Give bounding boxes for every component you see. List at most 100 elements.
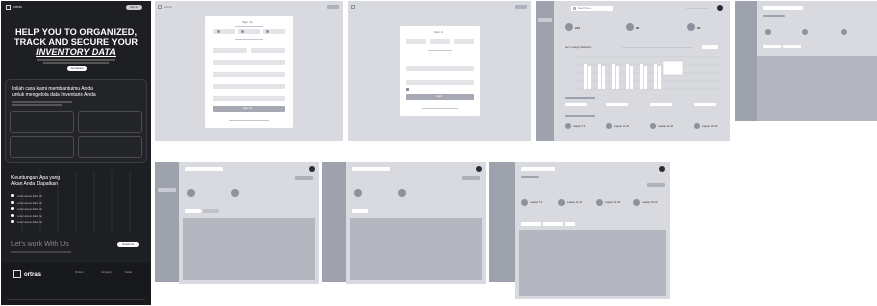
device-icon — [596, 199, 603, 206]
tab[interactable] — [521, 222, 541, 226]
avatar[interactable] — [659, 166, 665, 172]
devices-title — [565, 115, 595, 117]
feature-card — [10, 111, 74, 133]
landing-header: ortras Sign In — [1, 1, 151, 13]
sidebar — [155, 162, 179, 282]
page-title — [763, 15, 785, 17]
cta-section: Let's work With Us Contact Us — [5, 237, 147, 259]
last-name-input[interactable] — [251, 48, 285, 53]
hero-line-2: TRACK AND SECURE YOUR — [13, 37, 139, 47]
tab[interactable] — [763, 45, 781, 48]
brand-name: ortras — [13, 5, 22, 9]
signup-card: Sign Up Sign Up — [205, 16, 293, 128]
tab[interactable] — [352, 209, 368, 213]
signup-link[interactable] — [422, 108, 458, 109]
devices-table — [519, 230, 666, 296]
chart-filter-button[interactable] — [702, 45, 718, 49]
header-button[interactable] — [515, 5, 527, 9]
benefits-list: Lorem ipsum dolor sit Lorem ipsum dolor … — [11, 194, 42, 227]
tab[interactable] — [565, 222, 575, 226]
sidebar-active-item[interactable] — [158, 188, 176, 192]
footer-col: Company — [101, 271, 112, 274]
search-icon — [573, 7, 576, 10]
signin-link[interactable] — [229, 120, 269, 121]
items-table — [757, 56, 877, 121]
remember-checkbox[interactable] — [406, 88, 409, 91]
logo-icon — [158, 5, 162, 9]
history-title — [565, 97, 595, 99]
stat-icon — [765, 29, 771, 35]
signup-title: Sign Up — [242, 20, 253, 24]
device-icon — [558, 199, 565, 206]
google-button[interactable] — [406, 39, 426, 44]
items-screen — [757, 1, 877, 121]
device-icon — [606, 123, 612, 129]
tab[interactable] — [203, 209, 219, 213]
stat-icon — [231, 189, 239, 197]
benefits-title: Keuntungan Apa yang Akan Anda Dapatkan — [11, 175, 61, 187]
password-input[interactable] — [406, 80, 474, 85]
signin-screen: Sign In Login — [348, 1, 531, 141]
confirm-password-input[interactable] — [213, 96, 285, 101]
avatar[interactable] — [309, 166, 315, 172]
sidebar-active-item[interactable] — [538, 18, 552, 22]
search-input[interactable] — [352, 167, 390, 171]
tab[interactable] — [783, 45, 801, 48]
feature-card — [10, 136, 74, 158]
email-input[interactable] — [213, 72, 285, 77]
assets-screen — [179, 162, 319, 284]
device-icon — [565, 123, 571, 129]
stat-icon — [626, 23, 634, 31]
add-button[interactable] — [647, 183, 665, 187]
add-button[interactable] — [295, 176, 313, 180]
footer-col: Social — [125, 271, 132, 274]
stat-icon — [398, 189, 406, 197]
stat-value: 80 — [636, 26, 640, 30]
username-input[interactable] — [406, 66, 474, 71]
apple-button[interactable] — [454, 39, 474, 44]
avatar[interactable] — [717, 5, 723, 11]
sidebar — [536, 1, 554, 141]
tab[interactable] — [185, 209, 201, 213]
password-input[interactable] — [213, 84, 285, 89]
contact-button[interactable]: Contact Us — [117, 242, 139, 247]
usage-chart — [576, 56, 720, 90]
signin-submit-label: Login — [436, 94, 443, 98]
facebook-button[interactable] — [430, 39, 450, 44]
tab[interactable] — [543, 222, 563, 226]
username-input[interactable] — [213, 60, 285, 65]
footer-logo-icon — [13, 270, 21, 278]
search-input[interactable] — [521, 167, 555, 171]
device-icon — [633, 199, 640, 206]
legend — [622, 47, 692, 48]
landing-page: ortras Sign In HELP YOU TO ORGANIZED, TR… — [1, 1, 151, 305]
hero-subtitle — [37, 59, 115, 61]
features-section: Inilah cara kami membantuimu Anda untuk … — [5, 79, 147, 163]
signup-submit-label: Sign Up — [243, 106, 252, 110]
add-button[interactable] — [462, 176, 480, 180]
signin-title: Sign In — [434, 30, 444, 34]
stat-icon — [687, 23, 695, 31]
nav-signin-button[interactable]: Sign In — [126, 5, 142, 10]
first-name-input[interactable] — [213, 48, 247, 53]
benefit-item: Lorem ipsum dolor sit — [11, 220, 42, 227]
feature-card — [78, 111, 142, 133]
device-icon — [521, 199, 528, 206]
search-input[interactable] — [763, 6, 803, 10]
header-button[interactable] — [327, 5, 339, 9]
google-icon — [217, 30, 220, 33]
facebook-icon — [241, 30, 244, 33]
device-icon — [650, 123, 656, 129]
stat-icon — [841, 29, 847, 35]
device-name: Laptop 11-16 — [614, 125, 630, 128]
device-name: Laptop T-3 — [530, 201, 543, 204]
device-name: Laptop 15-20 — [702, 125, 718, 128]
logo-icon — [351, 5, 355, 9]
sidebar — [735, 1, 757, 121]
hero-cta-button[interactable]: Get Started — [67, 66, 87, 71]
search-input[interactable] — [185, 167, 223, 171]
sidebar — [489, 162, 515, 282]
device-name: Laptop 11-16 — [567, 201, 583, 204]
devices-screen: Laptop T-3 Laptop 11-16 Laptop 11-16 Lap… — [515, 162, 670, 299]
avatar[interactable] — [476, 166, 482, 172]
